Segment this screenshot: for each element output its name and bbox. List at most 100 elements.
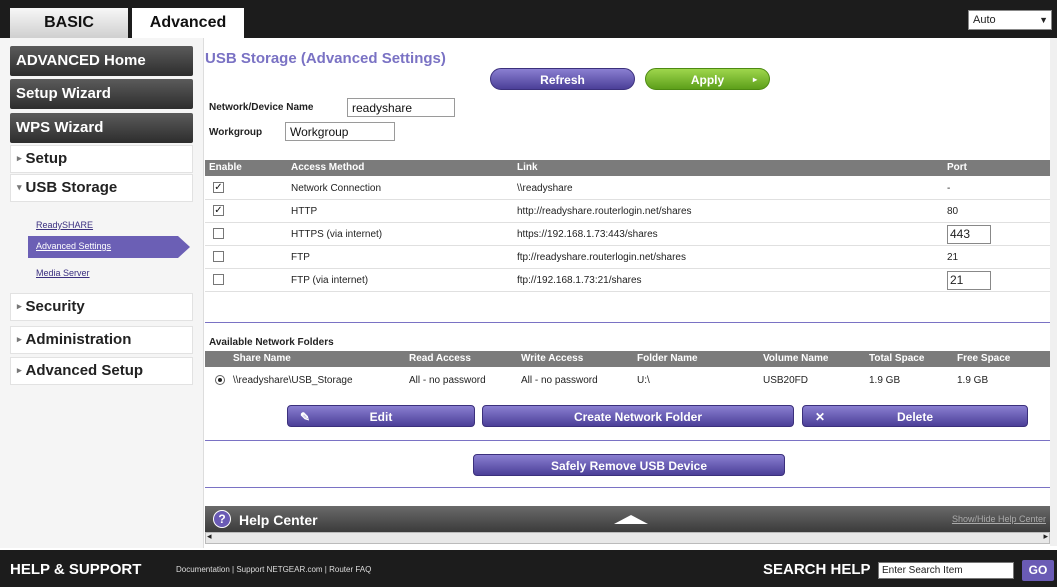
table-row: ✓ HTTP http://readyshare.routerlogin.net… — [205, 200, 1050, 223]
column-header: Enable — [209, 162, 242, 173]
divider — [205, 487, 1050, 488]
apply-label: Apply — [690, 73, 725, 87]
free-space: 1.9 GB — [957, 375, 989, 386]
column-header: Read Access — [409, 353, 471, 364]
footer: HELP & SUPPORT Documentation | Support N… — [0, 550, 1057, 587]
enable-checkbox[interactable] — [213, 228, 224, 239]
main-content: USB Storage (Advanced Settings) Refresh … — [205, 38, 1050, 503]
column-header: Total Space — [869, 353, 925, 364]
sidebar-subitem-media-server[interactable]: Media Server — [36, 268, 90, 278]
enable-checkbox[interactable] — [213, 274, 224, 285]
write-access: All - no password — [521, 375, 598, 386]
volume-name: USB20FD — [763, 375, 809, 386]
access-port: 80 — [947, 206, 959, 217]
device-name-input[interactable] — [347, 98, 455, 117]
sidebar-item-label: Advanced Setup — [25, 362, 144, 379]
workgroup-input[interactable] — [285, 122, 395, 141]
pencil-icon: ✎ — [300, 410, 311, 424]
help-center-bar[interactable]: ? Help Center Show/Hide Help Center — [205, 506, 1050, 532]
https-port-input[interactable]: 443 — [947, 225, 991, 244]
access-method: FTP — [291, 252, 310, 263]
delete-label: Delete — [896, 410, 934, 424]
access-port: 21 — [947, 252, 959, 263]
access-port: - — [947, 183, 951, 194]
show-hide-help-link[interactable]: Show/Hide Help Center — [952, 514, 1046, 524]
edit-button[interactable]: ✎ Edit — [287, 405, 475, 427]
divider — [205, 440, 1050, 441]
sidebar-subitem-label: Advanced Settings — [36, 241, 112, 251]
page-title: USB Storage (Advanced Settings) — [205, 50, 446, 67]
scroll-left-icon[interactable]: ◂ — [207, 531, 212, 542]
enable-checkbox[interactable]: ✓ — [213, 182, 224, 193]
refresh-button[interactable]: Refresh — [490, 68, 635, 90]
folder-radio[interactable] — [215, 375, 225, 385]
table-row: HTTPS (via internet) https://192.168.1.7… — [205, 223, 1050, 246]
help-center-title: Help Center — [239, 512, 318, 528]
sidebar-item-label: Setup — [25, 150, 68, 167]
device-name-label: Network/Device Name — [209, 102, 314, 113]
search-input[interactable]: Enter Search Item — [878, 562, 1014, 579]
sidebar-item-label: Administration — [25, 331, 132, 348]
column-header: Port — [947, 162, 967, 173]
chevron-right-icon: ▸ — [17, 301, 22, 311]
column-header: Access Method — [291, 162, 365, 173]
help-icon: ? — [213, 510, 231, 528]
column-header: Free Space — [957, 353, 1011, 364]
scroll-right-icon[interactable]: ▸ — [1043, 531, 1048, 542]
access-link: ftp://readyshare.routerlogin.net/shares — [517, 252, 686, 263]
horizontal-scrollbar[interactable]: ◂ ▸ — [205, 531, 1050, 544]
column-header: Share Name — [233, 353, 291, 364]
edit-label: Edit — [369, 410, 393, 424]
access-link: \\readyshare — [517, 183, 573, 194]
table-row: FTP ftp://readyshare.routerlogin.net/sha… — [205, 246, 1050, 269]
safely-remove-usb-button[interactable]: Safely Remove USB Device — [473, 454, 785, 476]
apply-arrow-icon: ▸ — [752, 75, 757, 84]
folders-title: Available Network Folders — [209, 337, 334, 348]
sidebar-advanced-home[interactable]: ADVANCED Home — [10, 46, 193, 76]
sidebar-item-administration[interactable]: ▸ Administration — [10, 326, 193, 354]
search-help-label: SEARCH HELP — [763, 561, 871, 578]
footer-links[interactable]: Documentation | Support NETGEAR.com | Ro… — [176, 565, 371, 574]
sidebar-subitem-advanced-settings[interactable]: Advanced Settings — [28, 236, 190, 258]
chevron-right-icon: ▸ — [17, 334, 22, 344]
folder-row: \\readyshare\USB_Storage All - no passwo… — [205, 369, 1050, 391]
access-link: ftp://192.168.1.73:21/shares — [517, 275, 642, 286]
create-folder-button[interactable]: Create Network Folder — [482, 405, 794, 427]
chevron-right-icon: ▸ — [17, 365, 22, 375]
column-header: Folder Name — [637, 353, 698, 364]
enable-checkbox[interactable] — [213, 251, 224, 262]
sidebar-item-advanced-setup[interactable]: ▸ Advanced Setup — [10, 357, 193, 385]
access-method: HTTP — [291, 206, 318, 217]
workgroup-label: Workgroup — [209, 127, 263, 138]
sidebar-subitem-readyshare[interactable]: ReadySHARE — [36, 220, 93, 230]
sidebar: ADVANCED Home Setup Wizard WPS Wizard ▸ S… — [0, 38, 204, 548]
column-header: Write Access — [521, 353, 584, 364]
sidebar-item-setup[interactable]: ▸ Setup — [10, 145, 193, 173]
sidebar-item-usb-storage[interactable]: ▾ USB Storage — [10, 174, 193, 202]
table-row: FTP (via internet) ftp://192.168.1.73:21… — [205, 269, 1050, 292]
chevron-down-icon: ▾ — [17, 182, 22, 192]
delete-button[interactable]: ✕ Delete — [802, 405, 1028, 427]
access-method: HTTPS (via internet) — [291, 229, 383, 240]
language-select[interactable]: Auto ▼ — [968, 10, 1052, 30]
expand-up-icon[interactable] — [614, 515, 648, 524]
apply-button[interactable]: Apply ▸ — [645, 68, 770, 90]
sidebar-wps-wizard[interactable]: WPS Wizard — [10, 113, 193, 143]
vertical-scrollbar[interactable] — [1050, 38, 1057, 546]
column-header: Volume Name — [763, 353, 829, 364]
ftp-port-input[interactable]: 21 — [947, 271, 991, 290]
go-button[interactable]: GO — [1022, 560, 1054, 581]
total-space: 1.9 GB — [869, 375, 901, 386]
sidebar-item-security[interactable]: ▸ Security — [10, 293, 193, 321]
dropdown-arrow-icon: ▼ — [1039, 15, 1048, 25]
tab-basic[interactable]: BASIC — [10, 8, 128, 38]
column-header: Link — [517, 162, 538, 173]
access-method: FTP (via internet) — [291, 275, 369, 286]
read-access: All - no password — [409, 375, 486, 386]
access-link: https://192.168.1.73:443/shares — [517, 229, 658, 240]
tab-advanced[interactable]: Advanced — [132, 8, 244, 38]
access-link: http://readyshare.routerlogin.net/shares — [517, 206, 692, 217]
divider — [205, 322, 1050, 323]
sidebar-setup-wizard[interactable]: Setup Wizard — [10, 79, 193, 109]
enable-checkbox[interactable]: ✓ — [213, 205, 224, 216]
